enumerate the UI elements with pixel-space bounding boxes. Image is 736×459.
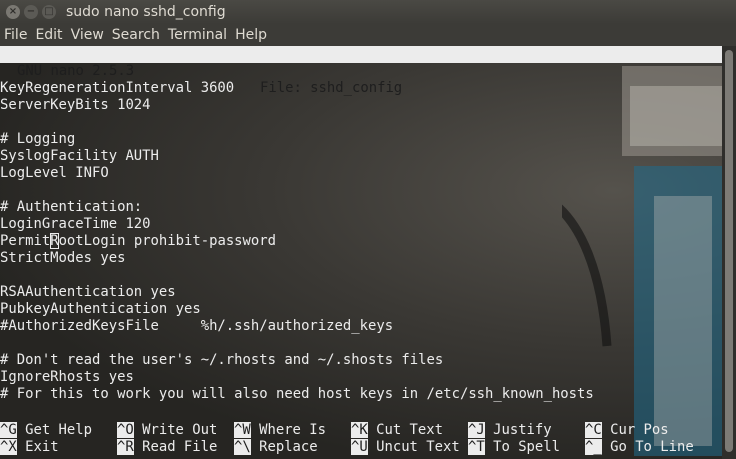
- scrollbar-thumb[interactable]: [725, 50, 733, 452]
- shortcut-key: ^O: [117, 422, 134, 438]
- shortcut-cut-text[interactable]: ^K Cut Text: [351, 422, 443, 439]
- maximize-icon[interactable]: □: [42, 5, 56, 19]
- shortcut-key: ^J: [468, 422, 485, 438]
- shortcut-justify[interactable]: ^J Justify: [468, 422, 552, 439]
- window-controls: × − □: [6, 5, 56, 19]
- shortcut-label: Read File: [142, 439, 218, 455]
- window-title: sudo nano sshd_config: [66, 4, 226, 20]
- close-icon[interactable]: ×: [6, 5, 20, 19]
- shortcut-key: ^R: [117, 439, 134, 455]
- editor-line: LogLevel INFO: [0, 165, 109, 181]
- text-cursor: R: [50, 233, 59, 249]
- menu-edit[interactable]: Edit: [31, 27, 66, 43]
- shortcut-label: Write Out: [142, 422, 218, 438]
- shortcut-key: ^G: [0, 422, 17, 438]
- editor-line: # For this to work you will also need ho…: [0, 386, 594, 402]
- menu-help[interactable]: Help: [231, 27, 271, 43]
- shortcut-read-file[interactable]: ^R Read File: [117, 439, 217, 456]
- menu-file[interactable]: File: [0, 27, 31, 43]
- editor-line: RSAAuthentication yes: [0, 284, 176, 300]
- shortcut-get-help[interactable]: ^G Get Help: [0, 422, 92, 439]
- shortcut-key: ^_: [585, 439, 602, 455]
- shortcut-cur-pos[interactable]: ^C Cur Pos: [585, 422, 669, 439]
- nano-status-bar: GNU nano 2.5.3 File: sshd_config: [0, 46, 722, 96]
- terminal-window: × − □ sudo nano sshd_config File Edit Vi…: [0, 0, 736, 459]
- editor-line: LoginGraceTime 120: [0, 216, 151, 232]
- editor-line: SyslogFacility AUTH: [0, 148, 159, 164]
- editor-line: ServerKeyBits 1024: [0, 97, 151, 113]
- shortcut-key: ^\: [234, 439, 251, 455]
- terminal-scrollbar[interactable]: [722, 46, 736, 459]
- editor-line: # Authentication:: [0, 199, 143, 215]
- nano-version: GNU nano 2.5.3: [17, 63, 135, 79]
- shortcut-to-spell[interactable]: ^T To Spell: [468, 439, 560, 456]
- editor-line: StrictModes yes: [0, 250, 126, 266]
- menu-view[interactable]: View: [67, 27, 108, 43]
- shortcut-label: Uncut Text: [376, 439, 460, 455]
- shortcut-label: Where Is: [259, 422, 327, 438]
- editor-line: #AuthorizedKeysFile %h/.ssh/authorized_k…: [0, 318, 394, 334]
- terminal-area[interactable]: GNU nano 2.5.3 File: sshd_config KeyRege…: [0, 46, 722, 459]
- menu-terminal[interactable]: Terminal: [164, 27, 231, 43]
- editor-line: IgnoreRhosts yes: [0, 369, 134, 385]
- nano-file-name: File: sshd_config: [260, 80, 403, 96]
- menu-bar: File Edit View Search Terminal Help: [0, 24, 736, 46]
- title-bar: × − □ sudo nano sshd_config: [0, 0, 736, 24]
- editor-line-cursor: PermitRootLogin prohibit-password: [0, 233, 276, 250]
- shortcut-label: To Spell: [493, 439, 561, 455]
- shortcut-go-to-line[interactable]: ^_ Go To Line: [585, 439, 694, 456]
- shortcut-key: ^T: [468, 439, 485, 455]
- shortcut-where-is[interactable]: ^W Where Is: [234, 422, 326, 439]
- cursor-line-after: ootLogin prohibit-password: [58, 233, 276, 249]
- shortcut-key: ^W: [234, 422, 251, 438]
- shortcut-key: ^K: [351, 422, 368, 438]
- menu-search[interactable]: Search: [108, 27, 164, 43]
- shortcut-uncut-text[interactable]: ^U Uncut Text: [351, 439, 460, 456]
- shortcut-label: Go To Line: [610, 439, 694, 455]
- shortcut-label: Cur Pos: [610, 422, 669, 438]
- cursor-line-before: Permit: [0, 233, 51, 249]
- shortcut-write-out[interactable]: ^O Write Out: [117, 422, 217, 439]
- shortcut-label: Exit: [25, 439, 59, 455]
- editor-line: # Don't read the user's ~/.rhosts and ~/…: [0, 352, 444, 368]
- shortcut-key: ^U: [351, 439, 368, 455]
- editor-line: KeyRegenerationInterval 3600: [0, 80, 235, 96]
- shortcut-label: Get Help: [25, 422, 93, 438]
- shortcut-label: Justify: [493, 422, 552, 438]
- shortcut-key: ^X: [0, 439, 17, 455]
- shortcut-label: Replace: [259, 439, 318, 455]
- shortcut-label: Cut Text: [376, 422, 444, 438]
- editor-line: # Logging: [0, 131, 76, 147]
- shortcut-key: ^C: [585, 422, 602, 438]
- editor-line: PubkeyAuthentication yes: [0, 301, 201, 317]
- shortcut-exit[interactable]: ^X Exit: [0, 439, 59, 456]
- shortcut-replace[interactable]: ^\ Replace: [234, 439, 318, 456]
- minimize-icon[interactable]: −: [24, 5, 38, 19]
